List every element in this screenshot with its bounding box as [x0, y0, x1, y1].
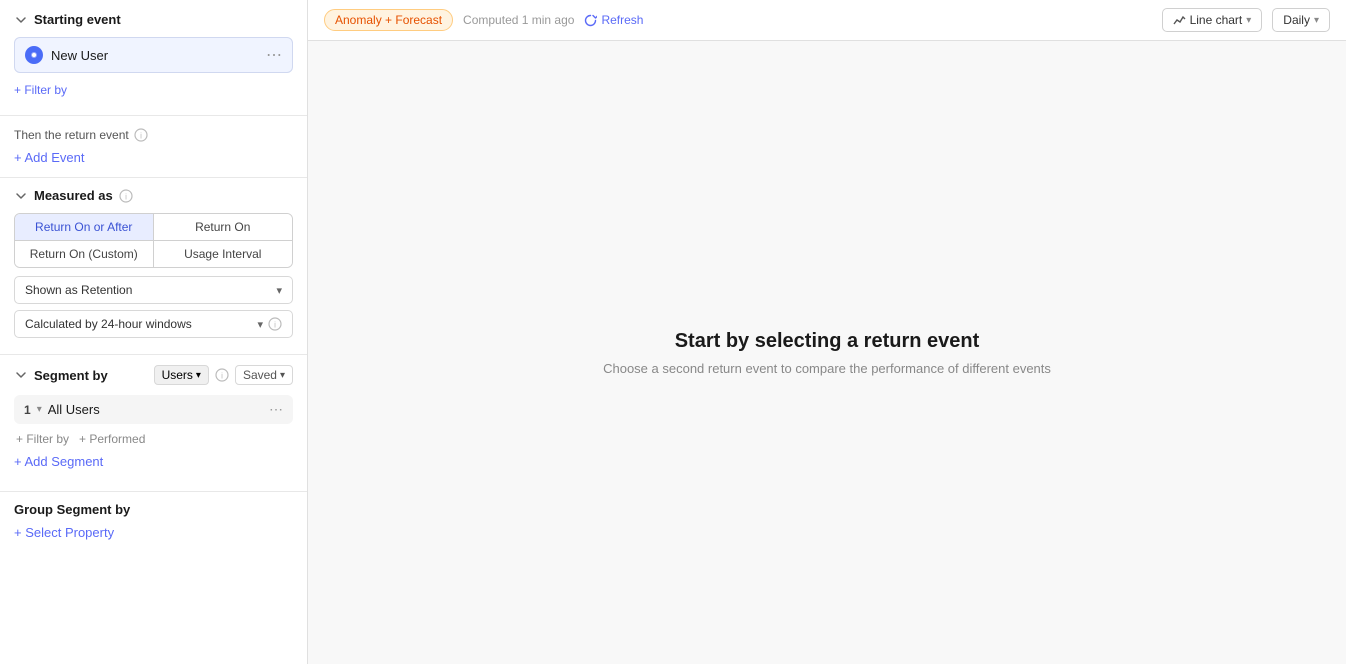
event-icon — [25, 46, 43, 64]
line-chart-icon — [1173, 14, 1186, 27]
segment-more-icon[interactable]: ⋯ — [269, 401, 283, 418]
calculated-by-dropdown[interactable]: Calculated by 24-hour windows ▾ i — [14, 310, 293, 338]
more-options-icon[interactable]: ⋯ — [266, 45, 282, 65]
refresh-icon — [584, 14, 597, 27]
segment-by-header: Segment by Users ▾ i Saved ▾ — [14, 365, 293, 385]
tab-return-on[interactable]: Return On — [154, 214, 293, 241]
return-event-label: Then the return event i — [14, 128, 293, 142]
line-chart-chevron: ▾ — [1246, 15, 1251, 26]
event-name: New User — [51, 48, 258, 63]
measured-as-section: Measured as i Return On or After Return … — [0, 178, 307, 355]
top-bar: Anomaly + Forecast Computed 1 min ago Re… — [308, 0, 1346, 41]
tab-return-on-or-after[interactable]: Return On or After — [15, 214, 154, 241]
shown-as-arrow: ▾ — [276, 284, 282, 297]
segment-name: All Users — [48, 402, 263, 417]
main-subtitle: Choose a second return event to compare … — [603, 361, 1051, 376]
chevron-down-icon-segment — [14, 368, 28, 382]
segment-by-section: Segment by Users ▾ i Saved ▾ 1 ▾ All Use… — [0, 355, 307, 492]
main-title: Start by selecting a return event — [675, 330, 980, 353]
chevron-down-icon-measured — [14, 189, 28, 203]
segment-expand-icon[interactable]: ▾ — [37, 404, 42, 415]
daily-chevron: ▾ — [1314, 15, 1319, 26]
select-property-btn[interactable]: + Select Property — [14, 525, 293, 540]
computed-text: Computed 1 min ago — [463, 13, 574, 27]
line-chart-btn[interactable]: Line chart ▾ — [1162, 8, 1263, 32]
segment-row: 1 ▾ All Users ⋯ — [14, 395, 293, 424]
calc-info-icon[interactable]: i — [268, 317, 282, 331]
svg-text:i: i — [125, 192, 127, 201]
daily-btn[interactable]: Daily ▾ — [1272, 8, 1330, 32]
measured-as-title: Measured as — [34, 188, 113, 203]
shown-as-label: Shown as Retention — [25, 283, 132, 297]
svg-text:i: i — [221, 372, 223, 381]
segment-actions: + Filter by + Performed — [14, 432, 293, 446]
shown-as-dropdown[interactable]: Shown as Retention ▾ — [14, 276, 293, 304]
starting-event-header[interactable]: Starting event — [14, 12, 293, 27]
saved-badge[interactable]: Saved ▾ — [235, 365, 293, 385]
calculated-by-arrow: ▾ — [257, 318, 263, 331]
svg-text:i: i — [274, 321, 276, 330]
svg-text:i: i — [140, 132, 142, 141]
tab-return-on-custom[interactable]: Return On (Custom) — [15, 241, 154, 267]
daily-label: Daily — [1283, 13, 1310, 27]
right-panel: Anomaly + Forecast Computed 1 min ago Re… — [308, 0, 1346, 664]
group-segment-title: Group Segment by — [14, 502, 293, 517]
measured-as-tabs: Return On or After Return On Return On (… — [14, 213, 293, 268]
anomaly-badge[interactable]: Anomaly + Forecast — [324, 9, 453, 31]
measured-info-icon[interactable]: i — [119, 189, 133, 203]
filter-by-btn[interactable]: + Filter by — [14, 81, 293, 99]
segment-by-title: Segment by — [34, 368, 148, 383]
tab-usage-interval[interactable]: Usage Interval — [154, 241, 293, 267]
refresh-btn[interactable]: Refresh — [584, 13, 643, 27]
starting-event-title: Starting event — [34, 12, 121, 27]
calculated-by-label: Calculated by 24-hour windows — [25, 317, 192, 331]
measured-as-header[interactable]: Measured as i — [14, 188, 293, 203]
return-event-section: Then the return event i + Add Event — [0, 116, 307, 178]
line-chart-label: Line chart — [1190, 13, 1243, 27]
segment-number: 1 — [24, 403, 31, 417]
refresh-label: Refresh — [601, 13, 643, 27]
add-event-btn[interactable]: + Add Event — [14, 150, 293, 165]
chevron-down-icon — [14, 13, 28, 27]
left-panel: Starting event New User ⋯ + Filter by Th… — [0, 0, 308, 664]
starting-event-section: Starting event New User ⋯ + Filter by — [0, 0, 307, 116]
segment-performed-btn[interactable]: + Performed — [79, 432, 145, 446]
event-item[interactable]: New User ⋯ — [14, 37, 293, 73]
users-badge[interactable]: Users ▾ — [154, 365, 209, 385]
group-segment-section: Group Segment by + Select Property — [0, 492, 307, 554]
main-content: Start by selecting a return event Choose… — [308, 41, 1346, 664]
add-segment-btn[interactable]: + Add Segment — [14, 454, 293, 469]
segment-filter-by-btn[interactable]: + Filter by — [16, 432, 69, 446]
info-icon[interactable]: i — [134, 128, 148, 142]
segment-info-icon[interactable]: i — [215, 368, 229, 382]
